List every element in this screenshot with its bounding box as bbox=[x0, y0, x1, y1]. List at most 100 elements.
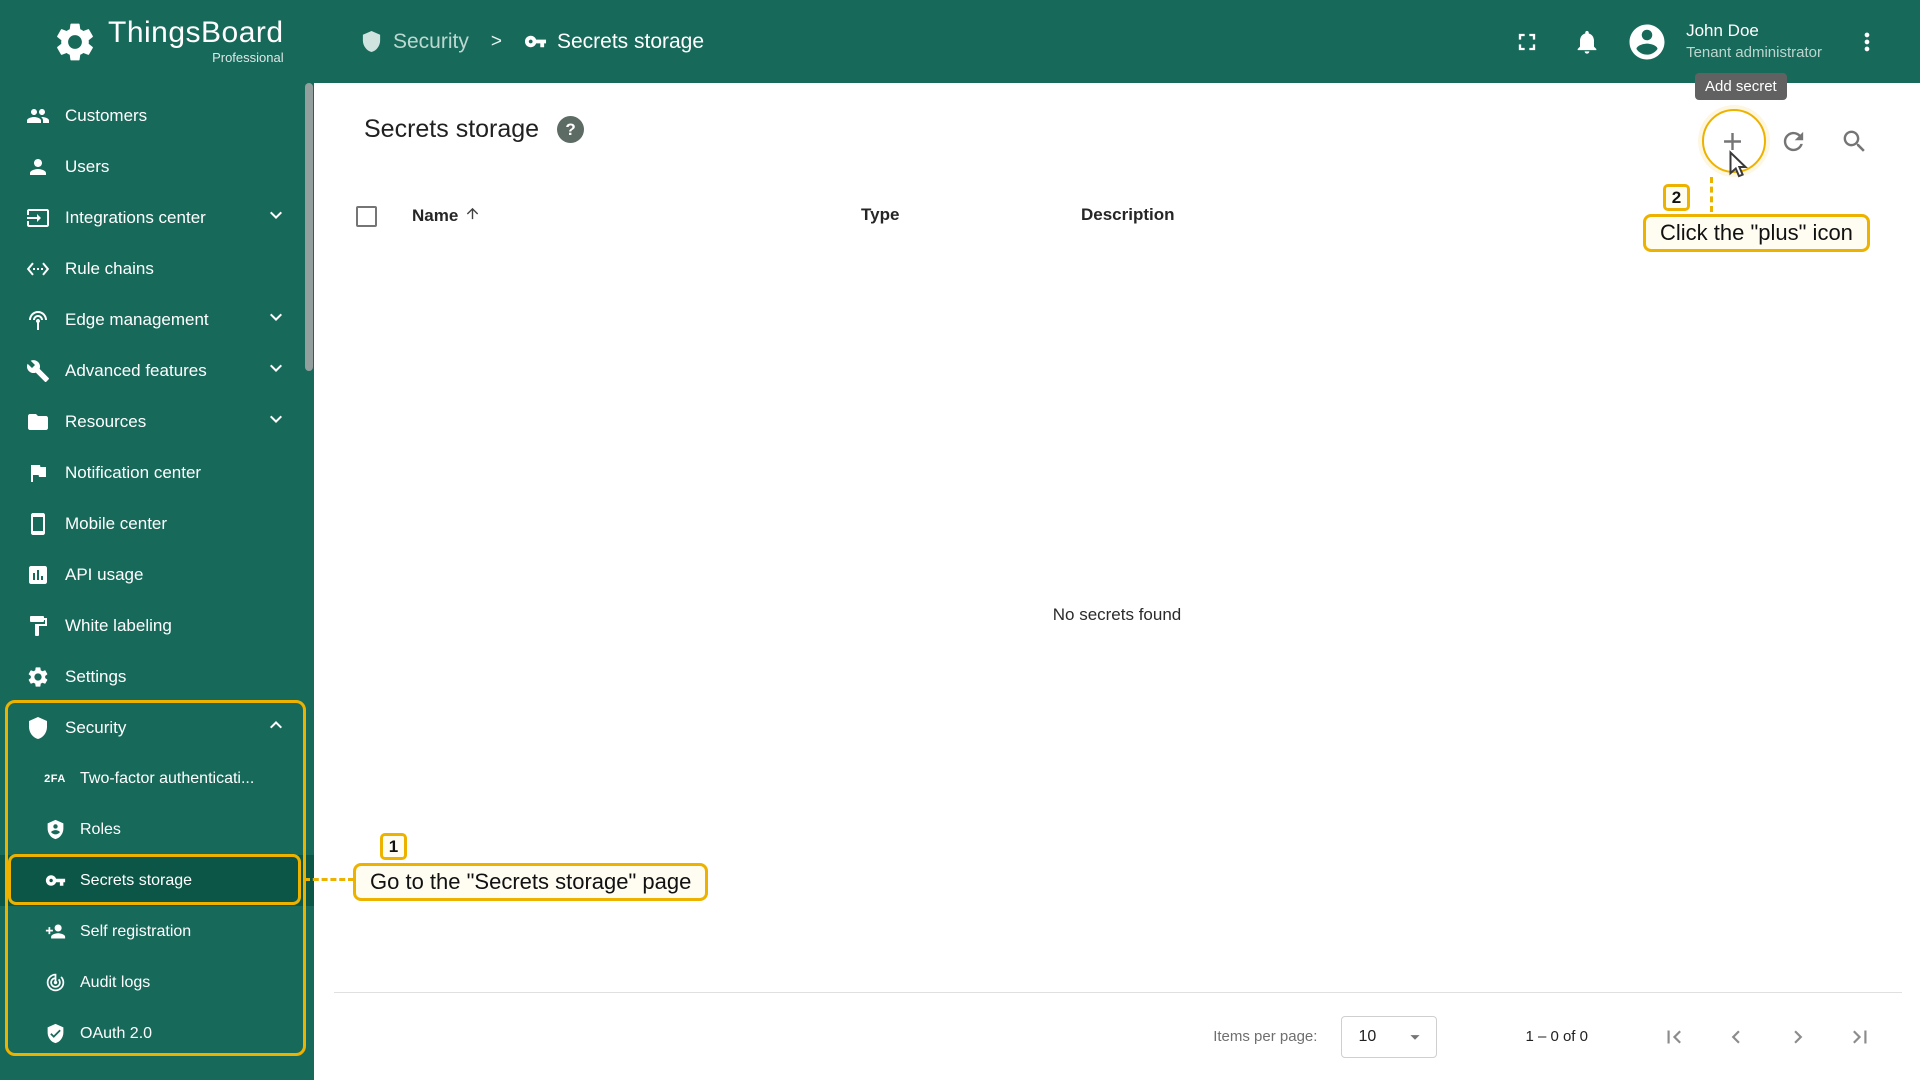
chart-icon bbox=[26, 563, 50, 587]
table-actions bbox=[1708, 117, 1878, 165]
sidebar-item-resources[interactable]: Resources bbox=[0, 396, 314, 447]
next-page-button[interactable] bbox=[1784, 1023, 1812, 1051]
chevron-down-icon bbox=[264, 305, 288, 334]
previous-page-button[interactable] bbox=[1722, 1023, 1750, 1051]
app-logo[interactable]: ThingsBoard Professional bbox=[0, 18, 314, 65]
2fa-icon: 2FA bbox=[44, 772, 66, 785]
user-icon bbox=[26, 155, 50, 179]
shield-icon bbox=[362, 30, 381, 53]
user-info[interactable]: John Doe Tenant administrator bbox=[1686, 20, 1822, 63]
items-per-page-label: Items per page: bbox=[1213, 1028, 1318, 1045]
sidebar-item-label: Secrets storage bbox=[80, 871, 193, 889]
add-secret-button[interactable] bbox=[1708, 117, 1756, 165]
page-title: Secrets storage bbox=[364, 115, 540, 143]
sidebar-item-label: White labeling bbox=[65, 615, 172, 635]
first-page-button[interactable] bbox=[1660, 1023, 1688, 1051]
sidebar-item-label: API usage bbox=[65, 564, 144, 584]
search-button[interactable] bbox=[1830, 117, 1878, 165]
sidebar-item-label: Notification center bbox=[65, 462, 202, 482]
sort-ascending-icon bbox=[464, 205, 481, 227]
sidebar-item-two-factor-authentication[interactable]: 2FA Two-factor authenticati... bbox=[0, 753, 314, 804]
notifications-button[interactable] bbox=[1566, 21, 1608, 63]
sidebar-item-mobile-center[interactable]: Mobile center bbox=[0, 498, 314, 549]
sidebar-item-label: Rule chains bbox=[65, 258, 154, 278]
sidebar-scrollbar[interactable] bbox=[305, 83, 313, 371]
breadcrumb-current-label: Secrets storage bbox=[556, 29, 705, 53]
help-icon[interactable]: ? bbox=[557, 116, 585, 143]
kebab-menu-icon bbox=[1864, 32, 1870, 51]
items-per-page-select[interactable]: 10 bbox=[1341, 1015, 1438, 1058]
sidebar-item-label: Mobile center bbox=[65, 513, 168, 533]
chevron-up-icon bbox=[264, 713, 288, 742]
sidebar-item-edge-management[interactable]: Edge management bbox=[0, 294, 314, 345]
chevron-down-icon bbox=[264, 407, 288, 436]
sidebar-item-settings[interactable]: Settings bbox=[0, 651, 314, 702]
user-role: Tenant administrator bbox=[1686, 43, 1822, 61]
breadcrumb-section-label: Security bbox=[393, 29, 469, 53]
sidebar-item-white-labeling[interactable]: White labeling bbox=[0, 600, 314, 651]
column-header-description[interactable]: Description bbox=[1081, 205, 1175, 225]
sidebar-item-label: Audit logs bbox=[80, 973, 151, 991]
sidebar-item-rule-chains[interactable]: Rule chains bbox=[0, 243, 314, 294]
sidebar-item-security[interactable]: Security bbox=[0, 702, 314, 753]
sidebar-item-integrations-center[interactable]: Integrations center bbox=[0, 192, 314, 243]
chevron-down-icon bbox=[264, 203, 288, 232]
column-header-type[interactable]: Type bbox=[861, 205, 899, 225]
flag-icon bbox=[26, 461, 50, 485]
select-all-checkbox[interactable] bbox=[356, 206, 377, 227]
sidebar-item-label: Advanced features bbox=[65, 360, 207, 380]
sidebar-item-label: Roles bbox=[80, 820, 121, 838]
refresh-icon bbox=[1783, 131, 1803, 151]
chevron-down-icon bbox=[264, 356, 288, 385]
fullscreen-button[interactable] bbox=[1506, 21, 1548, 63]
sidebar-item-customers[interactable]: Customers bbox=[0, 90, 314, 141]
last-page-button[interactable] bbox=[1846, 1023, 1874, 1051]
items-per-page-value: 10 bbox=[1358, 1027, 1377, 1045]
app-window: ThingsBoard Professional Security > Secr… bbox=[0, 0, 1920, 1080]
user-name: John Doe bbox=[1686, 20, 1759, 40]
chevron-left-icon bbox=[1731, 1030, 1740, 1043]
sidebar-item-oauth[interactable]: OAuth 2.0 bbox=[0, 1008, 314, 1059]
sidebar-item-self-registration[interactable]: Self registration bbox=[0, 906, 314, 957]
user-avatar[interactable] bbox=[1626, 21, 1668, 63]
column-label: Name bbox=[412, 206, 459, 225]
sidebar-item-label: Self registration bbox=[80, 922, 192, 940]
sidebar-item-api-usage[interactable]: API usage bbox=[0, 549, 314, 600]
first-page-icon bbox=[1667, 1030, 1681, 1043]
key-icon bbox=[44, 870, 66, 892]
sidebar-item-roles[interactable]: Roles bbox=[0, 804, 314, 855]
more-menu-button[interactable] bbox=[1846, 21, 1888, 63]
breadcrumb-current[interactable]: Secrets storage bbox=[524, 30, 704, 54]
sidebar-item-advanced-features[interactable]: Advanced features bbox=[0, 345, 314, 396]
verified-shield-icon bbox=[44, 1023, 66, 1045]
logo-text: ThingsBoard Professional bbox=[108, 18, 284, 66]
breadcrumb-security[interactable]: Security bbox=[360, 30, 469, 54]
shield-icon bbox=[26, 716, 50, 740]
account-circle-icon bbox=[1629, 24, 1665, 59]
search-icon bbox=[1843, 130, 1865, 152]
plus-icon bbox=[1723, 132, 1741, 150]
refresh-button[interactable] bbox=[1769, 117, 1817, 165]
paginator: Items per page: 10 1 – 0 of 0 bbox=[334, 992, 1902, 1080]
column-header-name[interactable]: Name bbox=[412, 205, 481, 227]
customers-icon bbox=[26, 104, 50, 128]
gear-icon bbox=[26, 665, 50, 689]
sidebar-item-secrets-storage[interactable]: Secrets storage bbox=[0, 855, 314, 906]
page-range-label: 1 – 0 of 0 bbox=[1525, 1028, 1588, 1045]
key-icon bbox=[524, 35, 547, 48]
input-icon bbox=[26, 206, 50, 230]
sidebar-item-notification-center[interactable]: Notification center bbox=[0, 447, 314, 498]
dropdown-arrow-icon bbox=[1410, 1034, 1421, 1040]
column-label: Description bbox=[1081, 205, 1175, 224]
sidebar-item-users[interactable]: Users bbox=[0, 141, 314, 192]
column-label: Type bbox=[861, 205, 900, 224]
chevron-right-icon bbox=[1794, 1030, 1803, 1043]
sidebar-item-label: Settings bbox=[65, 666, 127, 686]
wrench-icon bbox=[26, 359, 50, 383]
sidebar-item-audit-logs[interactable]: Audit logs bbox=[0, 957, 314, 1008]
paint-icon bbox=[26, 614, 50, 638]
logo-gear-icon bbox=[57, 23, 93, 60]
bell-icon bbox=[1577, 30, 1597, 54]
sidebar-item-label: Resources bbox=[65, 411, 147, 431]
sidebar-item-label: Users bbox=[65, 156, 110, 176]
